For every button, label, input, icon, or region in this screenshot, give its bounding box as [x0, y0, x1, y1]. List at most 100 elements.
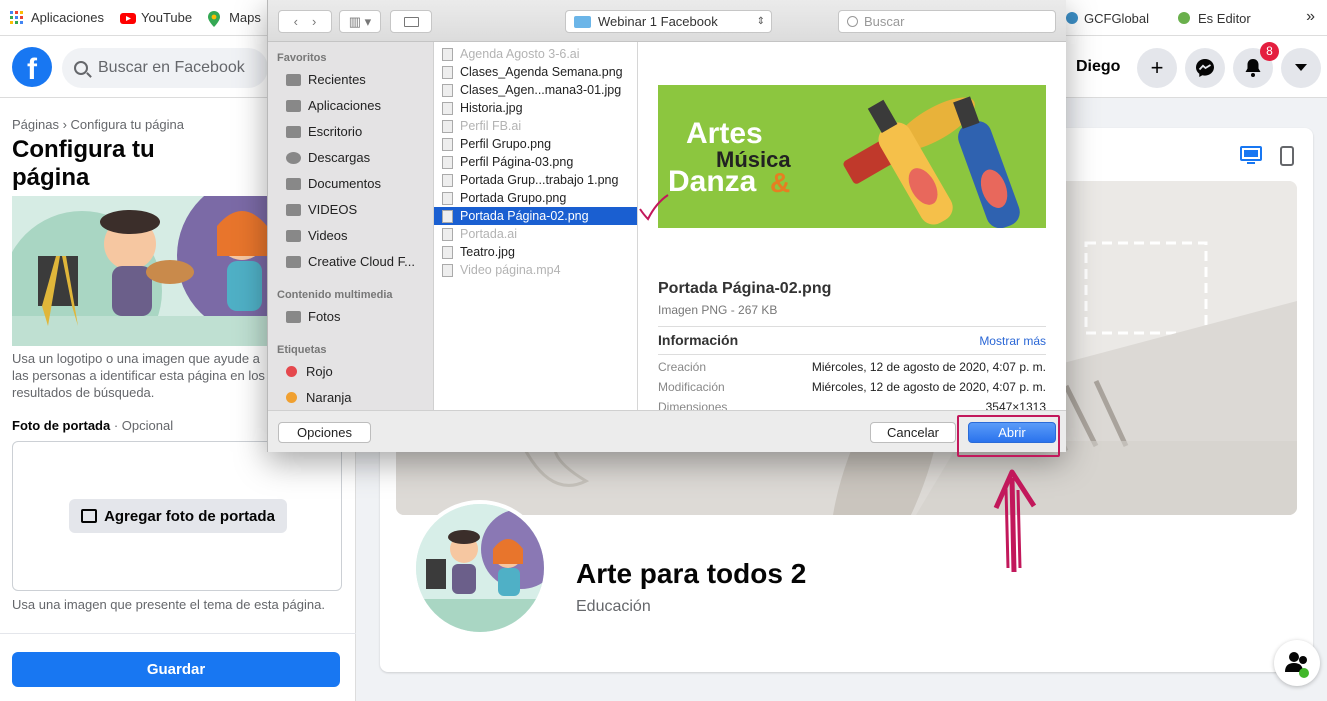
- folder-icon: [574, 15, 591, 28]
- search-icon: [74, 61, 88, 75]
- user-name[interactable]: Diego: [1076, 58, 1120, 76]
- file-row[interactable]: Portada Grup...trabajo 1.png: [434, 171, 637, 189]
- sidebar-item-creative-cloud[interactable]: Creative Cloud F...: [286, 254, 415, 269]
- file-icon: [442, 155, 453, 169]
- bookmark-label: Maps: [229, 10, 261, 25]
- camera-icon: [286, 310, 301, 323]
- divider: [658, 354, 1046, 355]
- red-tag-dot: [286, 366, 297, 377]
- cover-photo-label: Foto de portada · Opcional: [12, 418, 173, 433]
- sidebar-item-label: Escritorio: [308, 124, 363, 139]
- messenger-icon: [1196, 59, 1214, 77]
- new-folder-button[interactable]: [390, 10, 432, 33]
- apps-grid-icon: [10, 10, 24, 25]
- desktop-preview-icon[interactable]: [1240, 146, 1262, 166]
- account-menu-button[interactable]: [1281, 48, 1321, 88]
- file-row[interactable]: Video página.mp4: [434, 261, 637, 279]
- sidebar-item-label: Creative Cloud F...: [308, 254, 415, 269]
- save-button[interactable]: Guardar: [12, 652, 340, 687]
- file-name: Teatro.jpg: [460, 245, 515, 259]
- show-more-link[interactable]: Mostrar más: [979, 334, 1046, 348]
- file-row[interactable]: Teatro.jpg: [434, 243, 637, 261]
- file-name: Perfil FB.ai: [460, 119, 522, 133]
- sidebar-item-descargas[interactable]: Descargas: [286, 150, 370, 165]
- info-value: Miércoles, 12 de agosto de 2020, 4:07 p.…: [811, 360, 1046, 374]
- file-row[interactable]: Perfil Página-03.png: [434, 153, 637, 171]
- breadcrumb[interactable]: Páginas › Configura tu página: [12, 117, 184, 132]
- bookmark-maps[interactable]: Maps: [208, 10, 261, 27]
- facebook-search-input[interactable]: Buscar en Facebook: [62, 48, 268, 88]
- location-dropdown[interactable]: Webinar 1 Facebook ⇕: [565, 10, 772, 33]
- profile-picture-preview[interactable]: [12, 196, 270, 346]
- sidebar-item-aplicaciones[interactable]: Aplicaciones: [286, 98, 381, 113]
- add-cover-photo-button[interactable]: Agregar foto de portada: [69, 499, 287, 533]
- file-row[interactable]: Portada.ai: [434, 225, 637, 243]
- sidebar-tag-naranja[interactable]: Naranja: [286, 390, 352, 405]
- chevron-left-icon[interactable]: ‹: [294, 14, 298, 29]
- sidebar-item-videos-folder[interactable]: VIDEOS: [286, 202, 357, 217]
- sidebar-item-recientes[interactable]: Recientes: [286, 72, 366, 87]
- info-key: Modificación: [658, 380, 725, 394]
- file-name: Perfil Página-03.png: [460, 155, 574, 169]
- sidebar-item-label: Recientes: [308, 72, 366, 87]
- file-name: Portada Página-02.png: [460, 209, 589, 223]
- page-category: Educación: [576, 598, 651, 615]
- file-name: Video página.mp4: [460, 263, 561, 277]
- options-button[interactable]: Opciones: [278, 422, 371, 443]
- info-value: Miércoles, 12 de agosto de 2020, 4:07 p.…: [811, 380, 1046, 394]
- sidebar-item-escritorio[interactable]: Escritorio: [286, 124, 362, 139]
- file-row[interactable]: Clases_Agen...mana3-01.jpg: [434, 81, 637, 99]
- open-button-highlight: [957, 415, 1060, 457]
- file-name: Historia.jpg: [460, 101, 523, 115]
- file-list: Agenda Agosto 3-6.ai Clases_Agenda Semana…: [434, 42, 638, 410]
- bookmark-gcf[interactable]: GCFGlobal: [1066, 0, 1149, 36]
- friends-fab-button[interactable]: [1274, 640, 1320, 686]
- file-row[interactable]: Agenda Agosto 3-6.ai: [434, 45, 637, 63]
- cancel-button[interactable]: Cancelar: [870, 422, 956, 443]
- file-icon: [442, 47, 453, 61]
- search-placeholder: Buscar en Facebook: [98, 59, 245, 76]
- file-row[interactable]: Historia.jpg: [434, 99, 637, 117]
- chevron-right-icon[interactable]: ›: [312, 14, 316, 29]
- bookmark-label: YouTube: [141, 10, 193, 25]
- banner-text-ampersand: &: [770, 167, 791, 198]
- bookmark-label: Aplicaciones: [31, 10, 104, 25]
- create-button[interactable]: +: [1137, 48, 1177, 88]
- dialog-search-input[interactable]: Buscar: [838, 10, 1056, 33]
- clock-icon: [286, 73, 301, 86]
- tags-header: Etiquetas: [277, 344, 327, 356]
- bell-icon: [1245, 59, 1261, 77]
- view-mode-button[interactable]: ▥ ▾: [339, 10, 381, 33]
- sidebar-item-documentos[interactable]: Documentos: [286, 176, 381, 191]
- page-name: Arte para todos 2: [576, 558, 807, 589]
- checkmark-annotation-icon: [639, 194, 669, 221]
- sidebar-tag-rojo[interactable]: Rojo: [286, 364, 333, 379]
- more-bookmarks-icon[interactable]: »: [1306, 8, 1315, 26]
- file-row-selected[interactable]: Portada Página-02.png: [434, 207, 637, 225]
- cover-photo-dropzone[interactable]: Agregar foto de portada: [12, 441, 342, 591]
- info-key: Creación: [658, 360, 707, 374]
- file-open-dialog: ‹ › ▥ ▾ Webinar 1 Facebook ⇕ Buscar Favor…: [267, 0, 1066, 452]
- preview-file-type: Imagen PNG - 267 KB: [658, 303, 778, 317]
- file-row[interactable]: Perfil Grupo.png: [434, 135, 637, 153]
- people-icon: [1285, 652, 1309, 678]
- apps-icon: [286, 99, 301, 112]
- file-row[interactable]: Perfil FB.ai: [434, 117, 637, 135]
- facebook-logo-icon[interactable]: f: [12, 47, 52, 87]
- sidebar-item-fotos[interactable]: Fotos: [286, 309, 341, 324]
- messenger-button[interactable]: [1185, 48, 1225, 88]
- file-row[interactable]: Portada Grupo.png: [434, 189, 637, 207]
- columns-view-icon: ▥ ▾: [348, 13, 372, 29]
- info-value: 3547×1313: [985, 400, 1046, 410]
- download-icon: [286, 151, 301, 164]
- bookmark-apps[interactable]: Aplicaciones: [10, 10, 104, 25]
- back-forward-buttons[interactable]: ‹ ›: [278, 10, 332, 33]
- bookmark-es-editor[interactable]: Es Editor: [1178, 0, 1251, 36]
- sidebar-item-videos[interactable]: Videos: [286, 228, 348, 243]
- sidebar-item-label: Documentos: [308, 176, 381, 191]
- film-icon: [286, 229, 301, 242]
- file-row[interactable]: Clases_Agenda Semana.png: [434, 63, 637, 81]
- mobile-preview-icon[interactable]: [1280, 146, 1294, 166]
- bookmark-youtube[interactable]: YouTube: [120, 10, 192, 25]
- file-icon: [442, 209, 453, 223]
